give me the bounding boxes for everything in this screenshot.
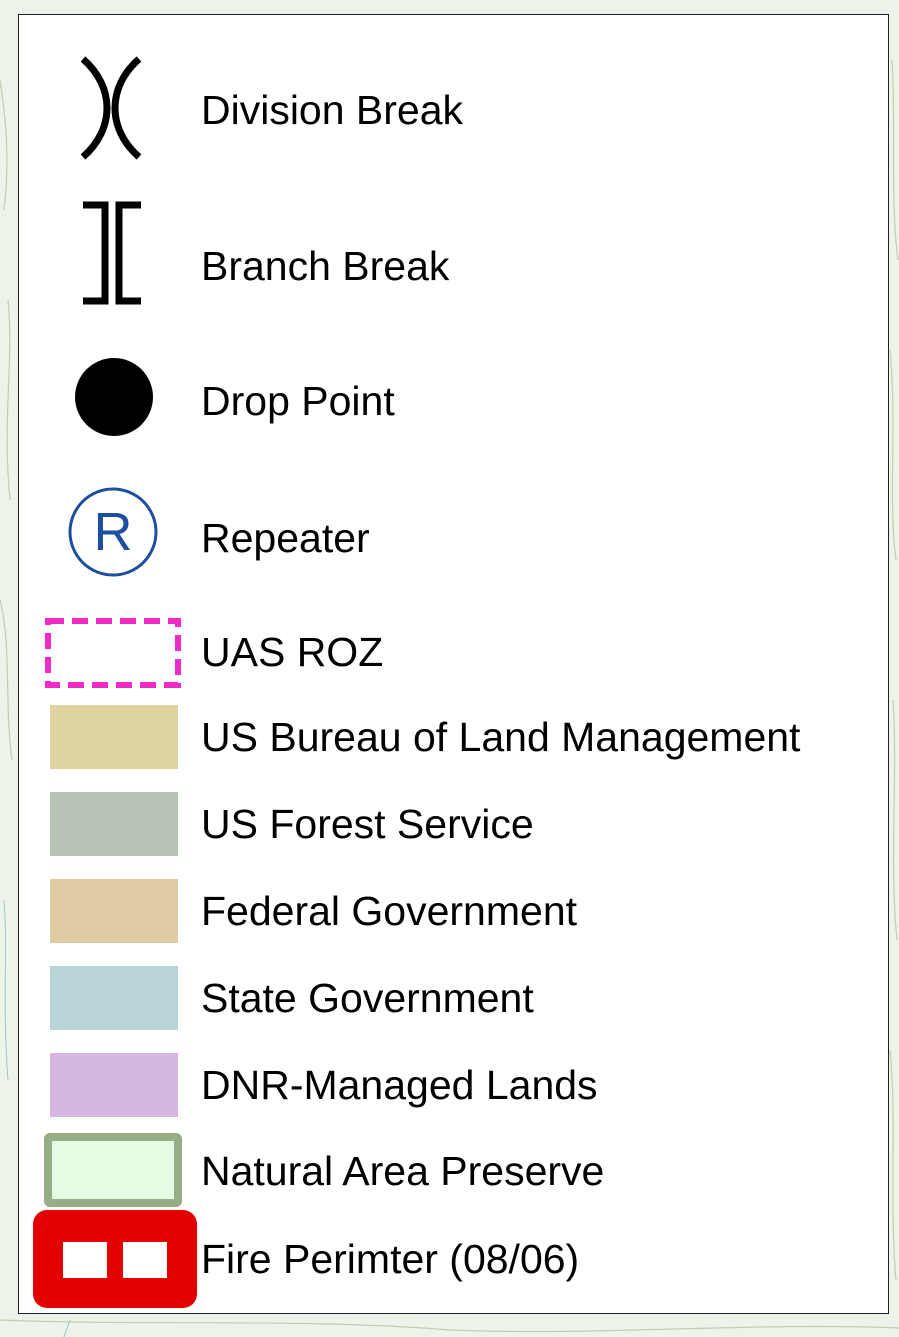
federal-government-color-swatch [50, 879, 178, 943]
natural-area-preserve-swatch [44, 1133, 182, 1207]
legend-item-usfs: US Forest Service [19, 792, 890, 856]
legend-item-division-break: Division Break [19, 45, 890, 175]
division-break-icon [80, 56, 142, 160]
legend-item-dnr-managed-lands: DNR-Managed Lands [19, 1053, 890, 1117]
legend-label-fire-perimeter: Fire Perimter (08/06) [201, 1236, 580, 1282]
usfs-color-swatch [50, 792, 178, 856]
legend-label-repeater: Repeater [201, 515, 370, 561]
legend-label-division-break: Division Break [201, 87, 464, 133]
legend-label-drop-point: Drop Point [201, 378, 395, 424]
legend-label-dnr-managed-lands: DNR-Managed Lands [201, 1062, 598, 1108]
legend-item-state-government: State Government [19, 966, 890, 1030]
branch-break-icon [83, 201, 141, 305]
map-legend-panel: Division Break Branch Break Drop Point R… [18, 14, 889, 1314]
legend-item-fire-perimeter: Fire Perimter (08/06) [19, 1208, 890, 1308]
legend-label-natural-area-preserve: Natural Area Preserve [201, 1148, 605, 1194]
filled-circle-icon [75, 358, 153, 436]
legend-item-repeater: R Repeater [19, 485, 890, 577]
repeater-glyph: R [94, 502, 133, 562]
legend-label-uas-roz: UAS ROZ [201, 629, 384, 675]
legend-item-branch-break: Branch Break [19, 195, 890, 305]
legend-label-state-government: State Government [201, 975, 534, 1021]
legend-label-branch-break: Branch Break [201, 243, 450, 289]
legend-item-drop-point: Drop Point [19, 350, 890, 445]
legend-item-uas-roz: UAS ROZ [19, 615, 890, 690]
state-government-color-swatch [50, 966, 178, 1030]
legend-label-usfs: US Forest Service [201, 801, 534, 847]
legend-item-federal-government: Federal Government [19, 879, 890, 943]
dnr-color-swatch [50, 1053, 178, 1117]
legend-label-blm: US Bureau of Land Management [201, 714, 801, 760]
legend-label-federal-government: Federal Government [201, 888, 578, 934]
fire-perimeter-icon [33, 1210, 197, 1308]
legend-item-blm: US Bureau of Land Management [19, 705, 890, 769]
blm-color-swatch [50, 705, 178, 769]
legend-item-natural-area-preserve: Natural Area Preserve [19, 1133, 890, 1209]
dashed-rectangle-icon [45, 618, 181, 688]
circled-r-icon: R [68, 487, 158, 577]
